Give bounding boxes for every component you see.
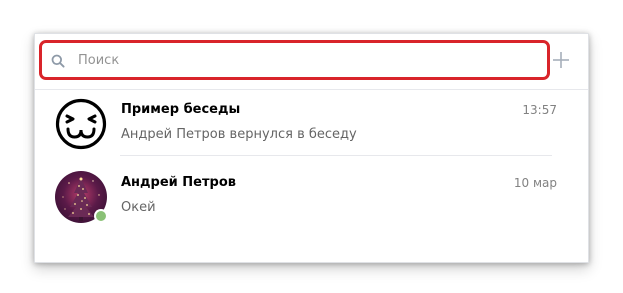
- online-status-indicator: [94, 209, 108, 223]
- plus-icon: [553, 52, 569, 68]
- conversation-divider: [120, 155, 552, 156]
- search-input[interactable]: [78, 51, 478, 69]
- conversation-time: 13:57: [522, 103, 557, 117]
- search-icon: [51, 53, 65, 68]
- search-field[interactable]: [45, 46, 542, 74]
- conversation-title: Андрей Петров: [121, 175, 236, 190]
- smiley-face-icon: [55, 98, 107, 150]
- conversation-item[interactable]: Пример беседы 13:57 Андрей Петров вернул…: [35, 90, 588, 161]
- messages-panel: Пример беседы 13:57 Андрей Петров вернул…: [34, 33, 589, 263]
- add-conversation-button[interactable]: [551, 50, 571, 70]
- conversation-title: Пример беседы: [121, 102, 241, 117]
- conversation-item[interactable]: Андрей Петров 10 мар Окей: [35, 163, 588, 234]
- conversation-time: 10 мар: [513, 176, 557, 190]
- search-bar: [35, 34, 588, 90]
- conversation-preview: Окей: [121, 200, 156, 215]
- conversation-avatar: [55, 98, 107, 150]
- conversation-preview: Андрей Петров вернулся в беседу: [121, 127, 357, 142]
